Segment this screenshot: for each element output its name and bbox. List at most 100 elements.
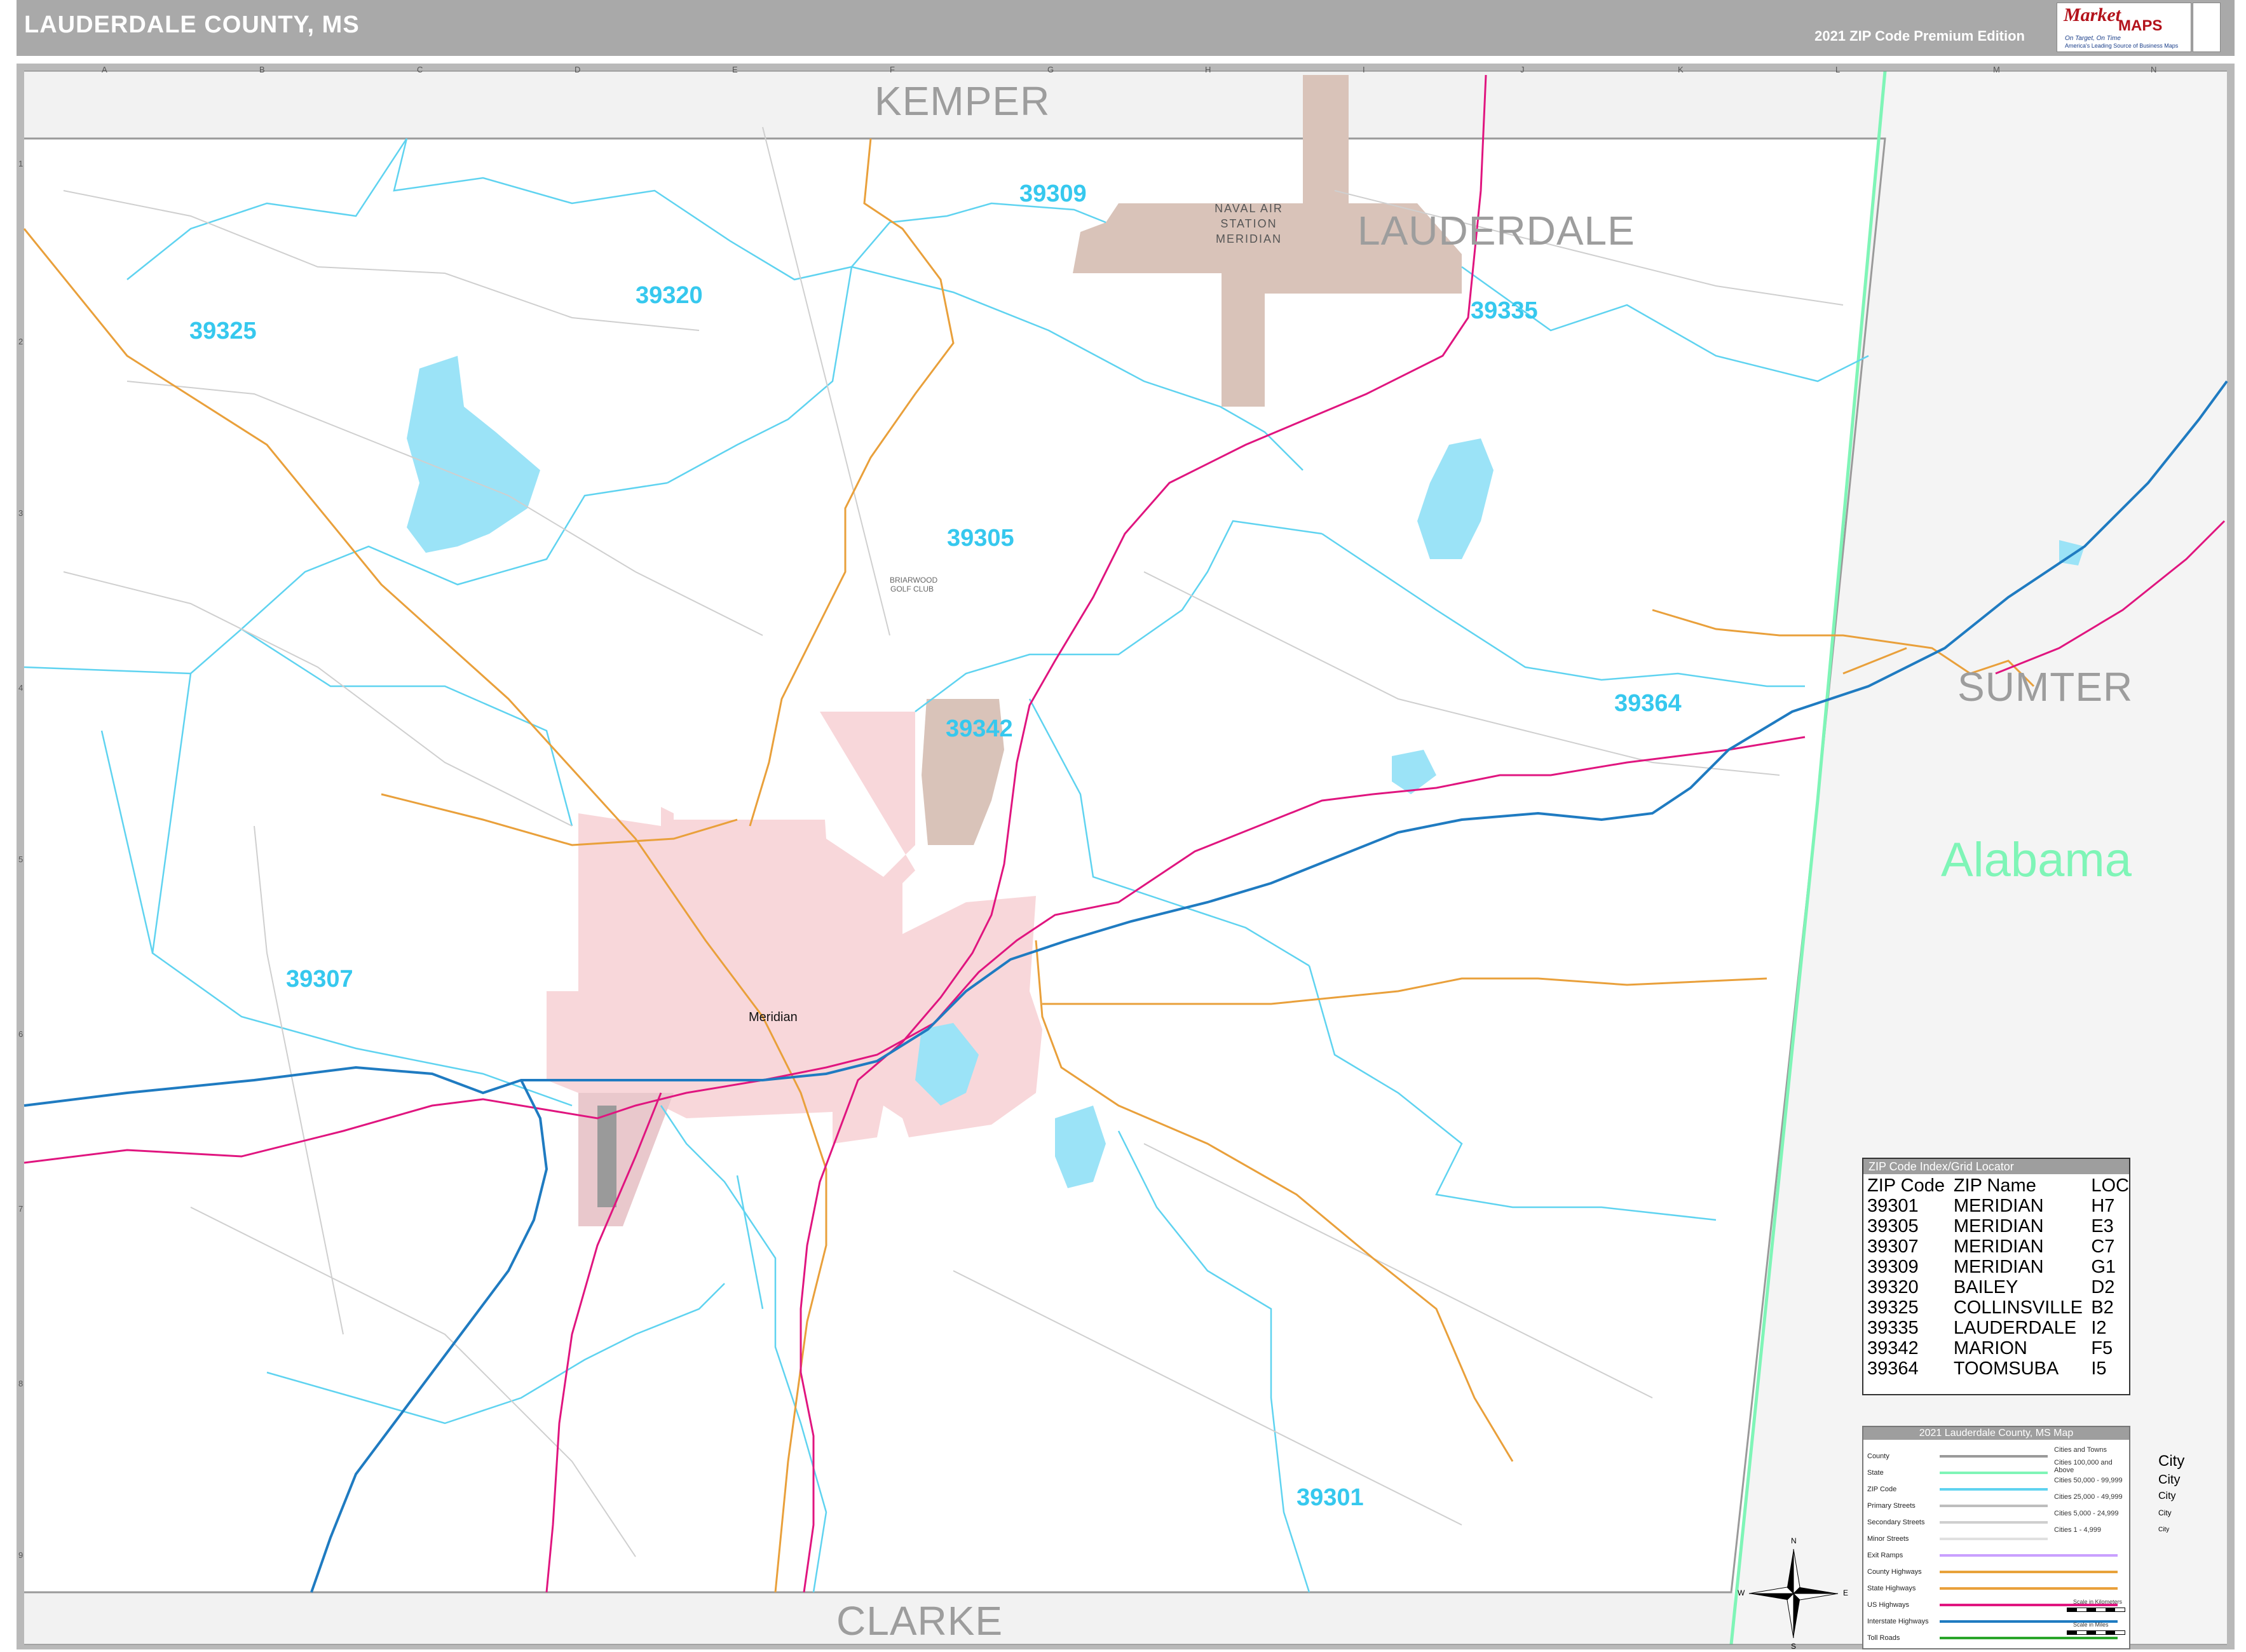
- scale-bar-mi: [2067, 1630, 2125, 1635]
- zip-code-cell: 39301: [1867, 1196, 1919, 1216]
- zip-index-table: ZIP Code Index/Grid Locator ZIP Code ZIP…: [1862, 1158, 2130, 1395]
- grid-letter: A: [102, 65, 107, 74]
- loc-cell: E3: [2091, 1216, 2114, 1236]
- zip-name-cell: MERIDIAN: [1953, 1196, 2044, 1216]
- zip-code-cell: 39320: [1867, 1277, 1919, 1297]
- compass-n: N: [1791, 1536, 1797, 1545]
- zip-label: 39335: [1471, 297, 1538, 324]
- grid-number: 6: [18, 1029, 24, 1039]
- grid-number: 2: [18, 337, 24, 346]
- legend-item: Secondary Streets: [1867, 1519, 1925, 1526]
- legend-item: Interstate Highways: [1867, 1618, 1929, 1625]
- zip-name-cell: MERIDIAN: [1953, 1257, 2044, 1277]
- legend-scale-km: Scale in Kilometers: [2073, 1599, 2123, 1605]
- grid-letter: J: [1520, 65, 1525, 74]
- grid-number: 1: [18, 159, 24, 168]
- loc-cell: I5: [2091, 1358, 2107, 1379]
- legend-swatch: [1940, 1488, 2048, 1491]
- grid-letter: E: [732, 65, 738, 74]
- grid-letter: K: [1678, 65, 1684, 74]
- zip-label: 39301: [1297, 1484, 1364, 1511]
- table-row: 39301 MERIDIAN H7: [1867, 1196, 2129, 1216]
- airport-runway: [597, 1106, 616, 1207]
- grid-number: 7: [18, 1204, 24, 1214]
- zip-code-cell: 39309: [1867, 1257, 1919, 1277]
- zip-name-cell: MERIDIAN: [1953, 1236, 2044, 1257]
- zip-label: 39320: [636, 282, 703, 309]
- legend-item: County: [1867, 1452, 1889, 1460]
- legend-swatch: [1940, 1571, 2118, 1573]
- compass-s: S: [1791, 1642, 1797, 1651]
- legend-scale-mi: Scale in Miles: [2073, 1622, 2109, 1628]
- grid-letter: M: [1993, 65, 2000, 74]
- loc-cell: H7: [2091, 1196, 2115, 1216]
- zip-code-cell: 39335: [1867, 1318, 1919, 1338]
- legend-city-range: Cities 5,000 - 24,999: [2054, 1510, 2119, 1517]
- legend-item: Toll Roads: [1867, 1634, 1900, 1642]
- legend-item: State: [1867, 1469, 1884, 1477]
- loc-cell: B2: [2091, 1297, 2114, 1318]
- legend-city-word: City: [2158, 1508, 2172, 1517]
- naval-air-station-label: NAVAL AIR STATION MERIDIAN: [1215, 202, 1283, 245]
- grid-letter: I: [1363, 65, 1365, 74]
- legend-swatch: [1940, 1521, 2048, 1524]
- legend-item: County Highways: [1867, 1568, 1922, 1576]
- legend-swatch: [1940, 1587, 2118, 1590]
- grid-letter: D: [575, 65, 581, 74]
- city-label-meridian: Meridian: [749, 1010, 798, 1024]
- zip-label: 39309: [1019, 180, 1087, 207]
- grid-number: 3: [18, 508, 24, 518]
- zip-label: 39364: [1614, 690, 1682, 717]
- zip-label: 39307: [286, 966, 353, 992]
- legend-item: Minor Streets: [1867, 1535, 1909, 1543]
- zip-index-grid: ZIP Code ZIP Name LOC 39301 MERIDIAN H7 39…: [1867, 1175, 2129, 1379]
- legend-city-range: Cities 1 - 4,999: [2054, 1526, 2101, 1534]
- zip-code-cell: 39364: [1867, 1358, 1919, 1379]
- legend-item: ZIP Code: [1867, 1486, 1897, 1493]
- grid-letter: H: [1205, 65, 1211, 74]
- zip-code-cell: 39307: [1867, 1236, 1919, 1257]
- grid-number: 9: [18, 1550, 24, 1560]
- grid-letter: N: [2151, 65, 2157, 74]
- legend-item: State Highways: [1867, 1585, 1916, 1592]
- loc-cell: C7: [2091, 1236, 2115, 1257]
- county-label-clarke: CLARKE: [836, 1598, 1004, 1644]
- loc-cell: D2: [2091, 1277, 2115, 1297]
- legend-city-range: Cities 25,000 - 49,999: [2054, 1493, 2123, 1501]
- zip-index-title: ZIP Code Index/Grid Locator: [1863, 1159, 2129, 1174]
- table-row: 39335 LAUDERDALE I2: [1867, 1318, 2129, 1338]
- legend-city-word: City: [2158, 1491, 2176, 1501]
- zip-code-cell: 39325: [1867, 1297, 1919, 1318]
- column-header: ZIP Name: [1953, 1175, 2036, 1196]
- legend-swatch: [1940, 1538, 2048, 1540]
- table-row: 39305 MERIDIAN E3: [1867, 1216, 2129, 1236]
- table-row: 39309 MERIDIAN G1: [1867, 1257, 2129, 1277]
- county-label-lauderdale: LAUDERDALE: [1358, 208, 1635, 254]
- legend-swatch: [1940, 1472, 2048, 1474]
- loc-cell: F5: [2091, 1338, 2113, 1358]
- zip-code-cell: 39305: [1867, 1216, 1919, 1236]
- zip-label: 39305: [947, 525, 1014, 552]
- map-legend: 2021 Lauderdale County, MS Map County St…: [1862, 1426, 2184, 1649]
- legend-item: US Highways: [1867, 1601, 1910, 1609]
- grid-number: 4: [18, 683, 24, 693]
- state-label-alabama: Alabama: [1941, 833, 2132, 887]
- grid-letter: F: [890, 65, 895, 74]
- grid-letter: C: [417, 65, 423, 74]
- table-row: 39320 BAILEY D2: [1867, 1277, 2129, 1297]
- legend-city-range: Cities 100,000 and Above: [2054, 1459, 2113, 1474]
- legend-item: Exit Ramps: [1867, 1552, 1903, 1559]
- legend-swatch: [1940, 1637, 2118, 1639]
- loc-cell: G1: [2091, 1257, 2116, 1277]
- column-header: ZIP Code: [1867, 1175, 1945, 1196]
- legend-city-word: City: [2158, 1452, 2185, 1470]
- zip-name-cell: MERIDIAN: [1953, 1216, 2044, 1236]
- column-header: LOC: [2091, 1175, 2129, 1196]
- grid-number: 8: [18, 1379, 24, 1388]
- loc-cell: I2: [2091, 1318, 2107, 1338]
- zip-index-header-row: ZIP Code ZIP Name LOC: [1867, 1175, 2129, 1196]
- legend-cities-heading: Cities and Towns: [2054, 1446, 2107, 1454]
- zip-name-cell: TOOMSUBA: [1953, 1358, 2059, 1379]
- legend-city-word: City: [2158, 1526, 2170, 1533]
- zip-label: 39342: [946, 715, 1013, 742]
